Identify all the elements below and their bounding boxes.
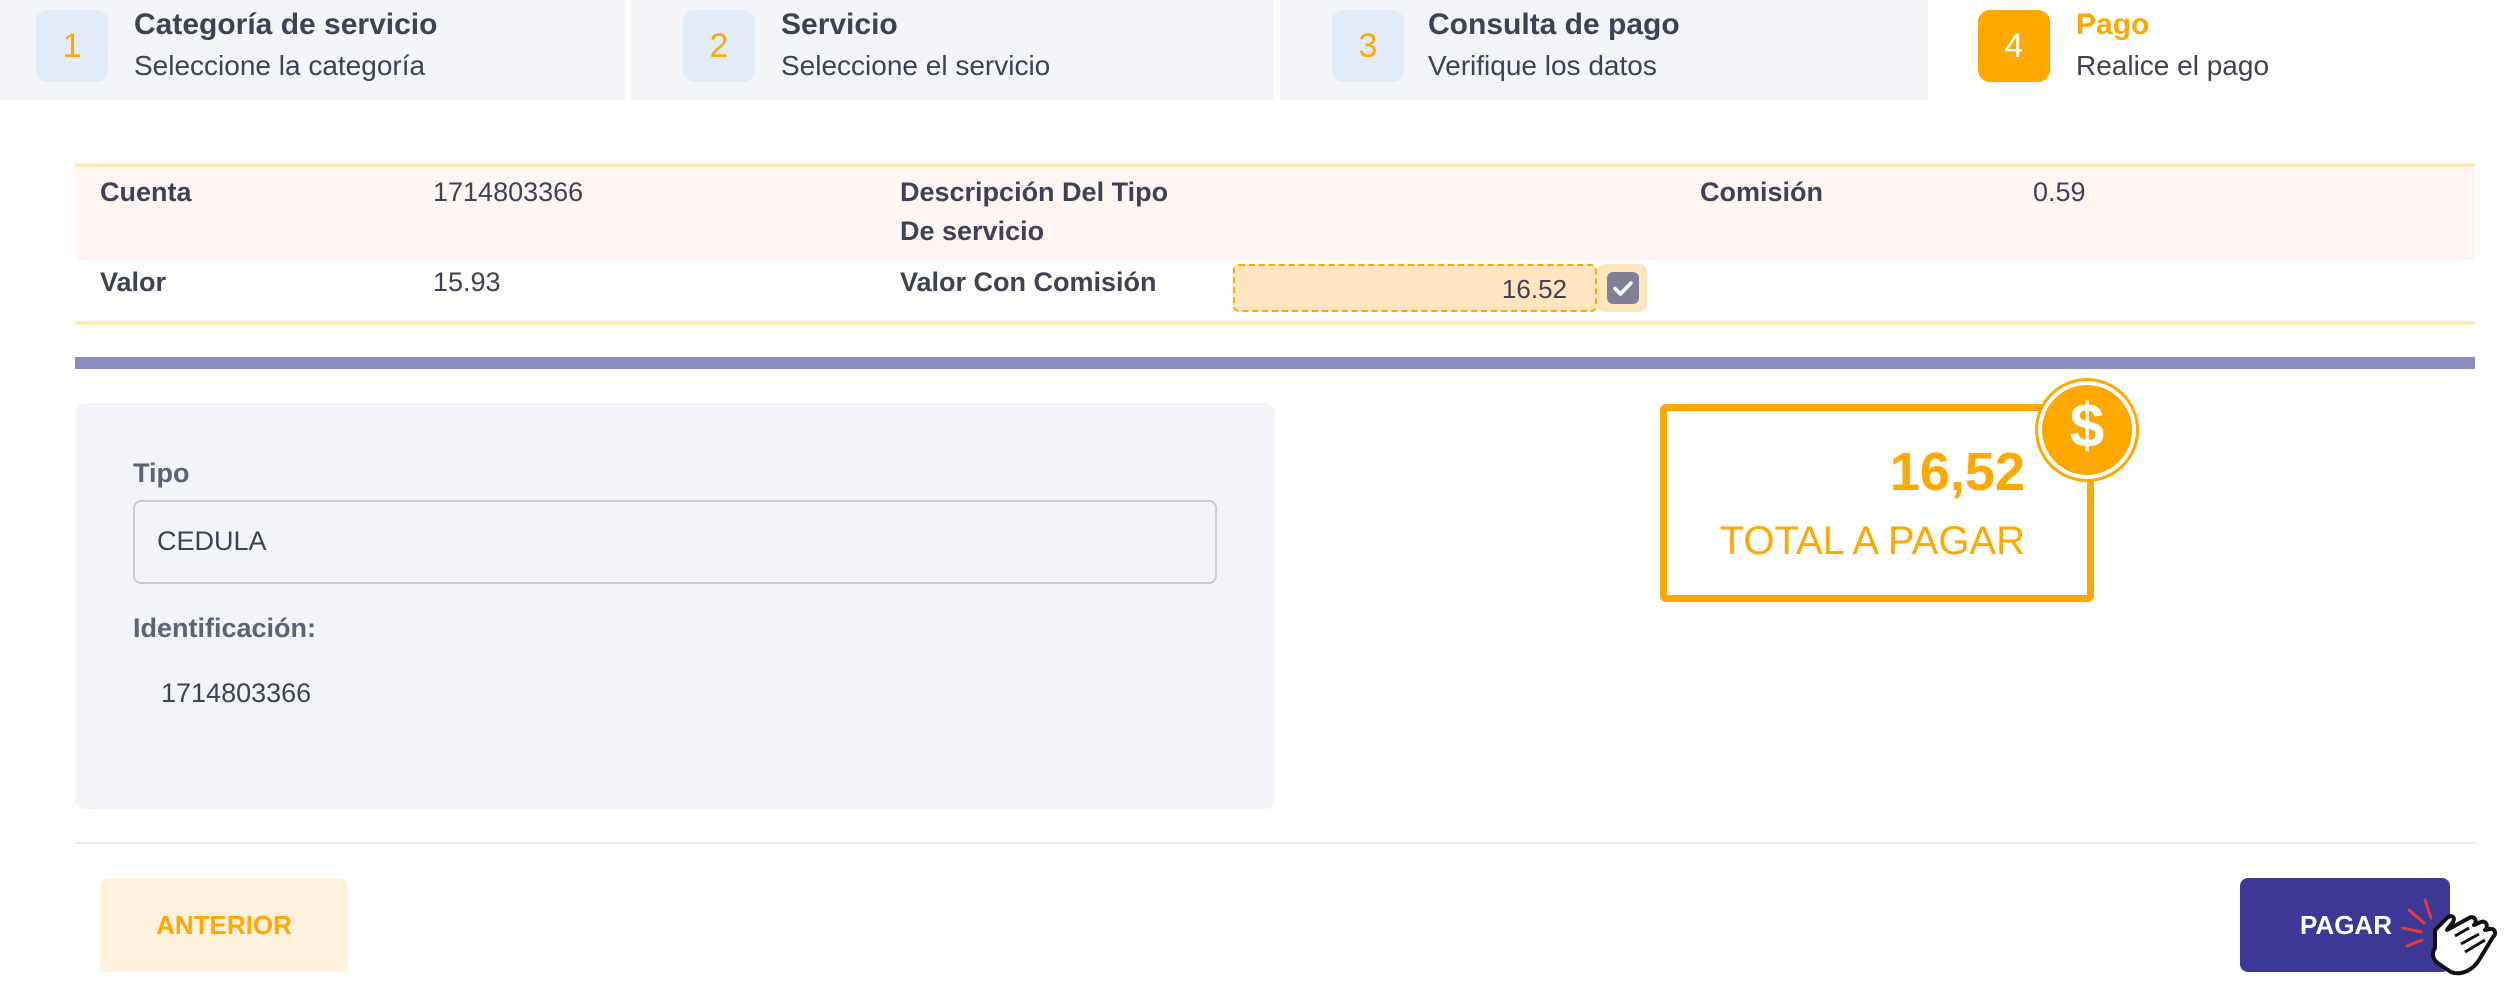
- total-amount: 16,52: [1889, 442, 2025, 502]
- valor-label: Valor: [100, 267, 167, 297]
- step-3-payment-query[interactable]: 3 Consulta de pago Verifique los datos: [1280, 0, 1928, 100]
- step-subtitle: Seleccione la categoría: [134, 50, 426, 81]
- valor-con-comision-field[interactable]: 16.52: [1233, 264, 1597, 312]
- step-number: 4: [1978, 10, 2050, 82]
- identificacion-value: 1714803366: [161, 678, 312, 708]
- pointer-hand-icon: [2401, 898, 2498, 976]
- total-to-pay-box: 16,52 TOTAL A PAGAR: [1660, 404, 2094, 602]
- step-title: Pago: [2076, 8, 2150, 41]
- step-subtitle: Seleccione el servicio: [781, 50, 1051, 81]
- step-title: Consulta de pago: [1428, 8, 1680, 41]
- step-title: Categoría de servicio: [134, 8, 438, 41]
- valor-con-comision-value: 16.52: [1501, 274, 1567, 304]
- payment-details-table: Cuenta 1714803366 Descripción Del Tipo D…: [75, 163, 2475, 325]
- step-4-payment[interactable]: 4 Pago Realice el pago: [1928, 0, 2520, 100]
- tipo-label: Tipo: [133, 458, 190, 488]
- identificacion-label: Identificación:: [133, 613, 317, 643]
- section-divider: [75, 357, 2475, 369]
- total-label: TOTAL A PAGAR: [1719, 519, 2025, 563]
- tipo-select-value: CEDULA: [157, 526, 267, 556]
- coin-symbol: $: [2069, 392, 2105, 461]
- comision-label: Comisión: [1700, 177, 1824, 207]
- cuenta-label: Cuenta: [100, 177, 192, 207]
- descripcion-label-line1: Descripción Del Tipo: [900, 177, 1169, 207]
- step-number: 2: [683, 10, 755, 82]
- table-border: [75, 321, 2475, 325]
- cuenta-value: 1714803366: [433, 177, 584, 207]
- check-icon: [1607, 272, 1639, 304]
- comision-value: 0.59: [2033, 177, 2086, 207]
- step-subtitle: Verifique los datos: [1428, 50, 1657, 81]
- step-number: 3: [1332, 10, 1404, 82]
- stepper: 1 Categoría de servicio Seleccione la ca…: [0, 0, 2520, 100]
- step-subtitle: Realice el pago: [2076, 50, 2270, 81]
- step-2-service[interactable]: 2 Servicio Seleccione el servicio: [631, 0, 1274, 100]
- valor-value: 15.93: [433, 267, 501, 297]
- tipo-select[interactable]: CEDULA: [133, 500, 1217, 584]
- step-title: Servicio: [781, 8, 898, 41]
- step-1-category[interactable]: 1 Categoría de servicio Seleccione la ca…: [0, 0, 625, 100]
- identification-form: Tipo CEDULA Identificación: 1714803366: [75, 403, 1275, 809]
- previous-button[interactable]: ANTERIOR: [100, 878, 348, 972]
- step-number: 1: [36, 10, 108, 82]
- descripcion-label-line2: De servicio: [900, 216, 1045, 246]
- confirm-commission-button[interactable]: [1597, 264, 1647, 312]
- footer-divider: [75, 842, 2475, 844]
- dollar-coin-icon: $: [2042, 385, 2132, 475]
- pay-button-label: PAGAR: [2300, 910, 2392, 940]
- valor-con-comision-label: Valor Con Comisión: [900, 267, 1157, 297]
